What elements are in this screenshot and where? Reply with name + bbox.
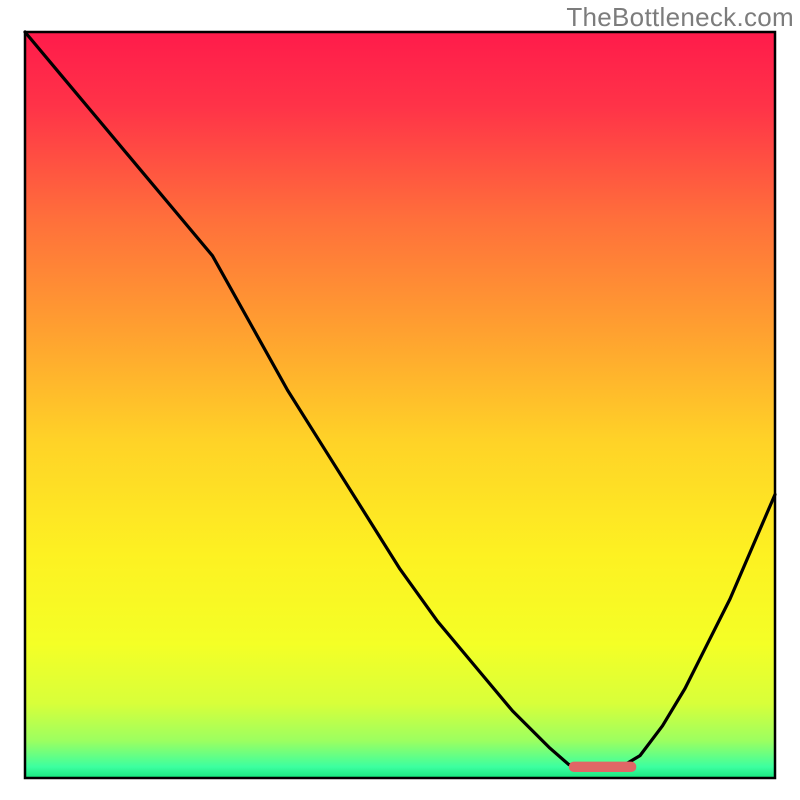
optimal-marker (569, 762, 637, 772)
chart-container: { "watermark": "TheBottleneck.com", "plo… (0, 0, 800, 800)
gradient-background (25, 32, 775, 778)
bottleneck-chart (0, 0, 800, 800)
watermark-text: TheBottleneck.com (566, 2, 794, 33)
